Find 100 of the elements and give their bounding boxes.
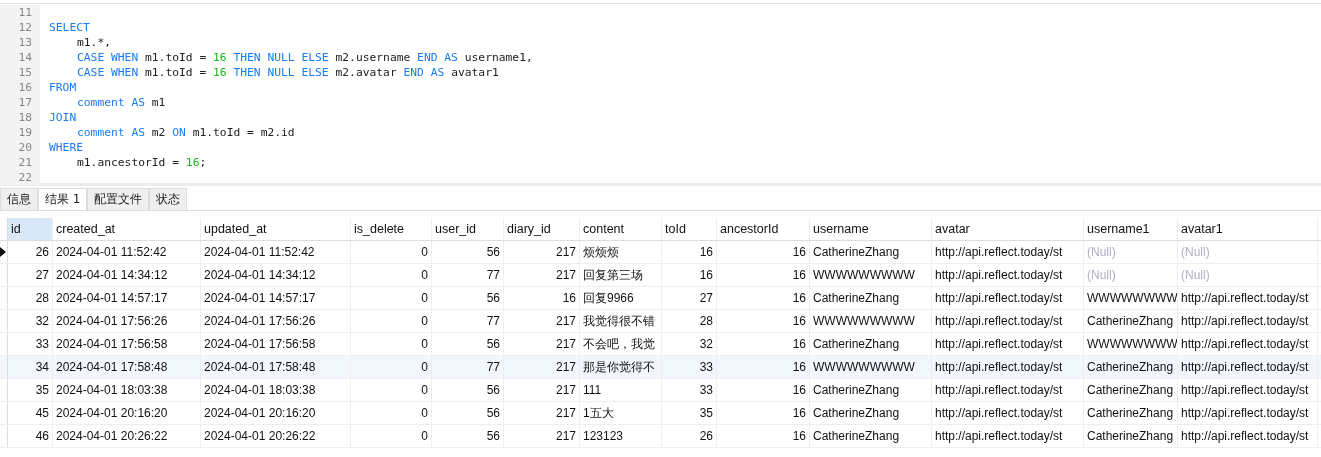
table-cell: 56 xyxy=(432,425,504,447)
column-header[interactable]: avatar1 xyxy=(1178,218,1318,240)
table-cell: 35 xyxy=(8,379,53,401)
table-cell: 217 xyxy=(504,425,580,447)
table-row[interactable]: 32 2024-04-01 17:56:26 2024-04-01 17:56:26 0 77 217 我觉得很不错 28 16 WWWWWWWWW http://api.reflect.today/st CatherineZhang http://api.reflect.today/st xyxy=(0,310,1321,333)
table-cell: 2024-04-01 20:16:20 xyxy=(201,402,351,424)
table-cell: 2024-04-01 20:26:22 xyxy=(201,425,351,447)
table-cell: 0 xyxy=(351,310,432,332)
table-cell: 16 xyxy=(717,310,810,332)
column-header[interactable]: user_id xyxy=(432,218,504,240)
table-cell: http://api.reflect.today/st xyxy=(932,425,1084,447)
table-cell: 77 xyxy=(432,264,504,286)
table-row[interactable]: 34 2024-04-01 17:58:48 2024-04-01 17:58:48 0 77 217 那是你觉得不 33 16 WWWWWWWWW http://api.reflect.today/st CatherineZhang http://api.reflect.today/st xyxy=(0,356,1321,379)
table-cell: WWWWWWWWW xyxy=(810,310,932,332)
column-header[interactable]: ancestorId xyxy=(717,218,810,240)
table-cell: http://api.reflect.today/st xyxy=(1178,356,1318,378)
table-cell: CatherineZhang xyxy=(1084,379,1178,401)
table-row[interactable]: 46 2024-04-01 20:26:22 2024-04-01 20:26:22 0 56 217 123123 26 16 CatherineZhang http://api.reflect.today/st CatherineZhang http://api.reflect.today/st xyxy=(0,425,1321,448)
line-number: 11 xyxy=(0,5,40,20)
result-tab[interactable]: 配置文件 xyxy=(87,188,150,210)
table-cell: 26 xyxy=(662,425,717,447)
table-cell: 0 xyxy=(351,425,432,447)
table-cell: 2024-04-01 14:57:17 xyxy=(201,287,351,309)
table-cell: http://api.reflect.today/st xyxy=(1178,333,1318,355)
line-number: 21 xyxy=(0,155,40,170)
table-cell: CatherineZhang xyxy=(810,287,932,309)
table-cell: CatherineZhang xyxy=(810,425,932,447)
table-cell: 16 xyxy=(662,264,717,286)
table-cell: 2024-04-01 17:56:26 xyxy=(201,310,351,332)
column-header[interactable]: diary_id xyxy=(504,218,580,240)
code-line: m1.ancestorId = 16; xyxy=(76,156,207,169)
table-cell: 0 xyxy=(351,402,432,424)
table-cell: 217 xyxy=(504,402,580,424)
table-cell: CatherineZhang xyxy=(1084,356,1178,378)
table-cell: 32 xyxy=(8,310,53,332)
table-cell: CatherineZhang xyxy=(810,333,932,355)
column-header[interactable]: id xyxy=(8,218,53,240)
table-cell: 0 xyxy=(351,333,432,355)
table-cell: 2024-04-01 11:52:42 xyxy=(201,241,351,263)
table-cell: http://api.reflect.today/st xyxy=(932,310,1084,332)
table-cell: 28 xyxy=(8,287,53,309)
table-row[interactable]: 28 2024-04-01 14:57:17 2024-04-01 14:57:17 0 56 16 回复9966 27 16 CatherineZhang http://api.reflect.today/st WWWWWWWW http://api.reflect.today/st xyxy=(0,287,1321,310)
table-cell: 2024-04-01 17:58:48 xyxy=(201,356,351,378)
result-tab[interactable]: 结果 1 xyxy=(38,188,88,210)
column-header[interactable]: username xyxy=(810,218,932,240)
table-cell: 2024-04-01 14:57:17 xyxy=(53,287,201,309)
table-cell: 0 xyxy=(351,379,432,401)
table-cell: http://api.reflect.today/st xyxy=(932,402,1084,424)
result-tab[interactable]: 信息 xyxy=(0,188,38,210)
line-number: 22 xyxy=(0,170,40,185)
line-number: 16 xyxy=(0,80,40,95)
column-header[interactable]: username1 xyxy=(1084,218,1178,240)
table-cell: CatherineZhang xyxy=(1084,425,1178,447)
column-header[interactable]: content xyxy=(580,218,662,240)
result-tab[interactable]: 状态 xyxy=(149,188,188,210)
table-cell: 33 xyxy=(662,379,717,401)
table-row[interactable]: 27 2024-04-01 14:34:12 2024-04-01 14:34:12 0 77 217 回复第三场 16 16 WWWWWWWWW http://api.reflect.today/st (Null) (Null) xyxy=(0,264,1321,287)
table-cell: 217 xyxy=(504,241,580,263)
table-cell: 56 xyxy=(432,379,504,401)
column-header[interactable]: is_delete xyxy=(351,218,432,240)
table-cell: 16 xyxy=(717,425,810,447)
table-row[interactable]: 45 2024-04-01 20:16:20 2024-04-01 20:16:20 0 56 217 1五大 35 16 CatherineZhang http://api.reflect.today/st CatherineZhang http://api.reflect.today/st xyxy=(0,402,1321,425)
column-header[interactable]: created_at xyxy=(53,218,201,240)
column-header[interactable]: updated_at xyxy=(201,218,351,240)
table-cell: 2024-04-01 20:26:22 xyxy=(53,425,201,447)
table-cell: 56 xyxy=(432,333,504,355)
table-cell: 32 xyxy=(662,333,717,355)
table-cell: 217 xyxy=(504,310,580,332)
column-header[interactable]: avatar xyxy=(932,218,1084,240)
table-row[interactable]: 26 2024-04-01 11:52:42 2024-04-01 11:52:42 0 56 217 烦烦烦 16 16 CatherineZhang http://api.reflect.today/st (Null) (Null) xyxy=(0,241,1321,264)
code-line: CASE WHEN m1.toId = 16 THEN NULL ELSE m2.username END AS username1, xyxy=(76,51,533,64)
table-cell: 1五大 xyxy=(580,402,662,424)
table-cell: 16 xyxy=(717,287,810,309)
table-cell: 2024-04-01 17:56:58 xyxy=(53,333,201,355)
table-cell: 0 xyxy=(351,356,432,378)
table-cell: http://api.reflect.today/st xyxy=(932,379,1084,401)
code-line: comment AS m1 xyxy=(76,96,166,109)
table-cell: 217 xyxy=(504,264,580,286)
table-cell: http://api.reflect.today/st xyxy=(932,241,1084,263)
table-cell: WWWWWWWWW xyxy=(810,356,932,378)
table-cell: 26 xyxy=(8,241,53,263)
table-cell: http://api.reflect.today/st xyxy=(932,333,1084,355)
table-cell: 16 xyxy=(717,241,810,263)
table-cell: 34 xyxy=(8,356,53,378)
line-number: 15 xyxy=(0,65,40,80)
table-cell: http://api.reflect.today/st xyxy=(1178,379,1318,401)
column-header[interactable]: toId xyxy=(662,218,717,240)
table-cell: 0 xyxy=(351,241,432,263)
code-line: m1.*, xyxy=(76,36,111,49)
table-cell: 27 xyxy=(8,264,53,286)
table-cell: 回复9966 xyxy=(580,287,662,309)
table-cell: http://api.reflect.today/st xyxy=(932,287,1084,309)
line-number: 13 xyxy=(0,35,40,50)
table-cell: 16 xyxy=(717,356,810,378)
table-cell: 123123 xyxy=(580,425,662,447)
table-cell: 0 xyxy=(351,264,432,286)
table-row[interactable]: 35 2024-04-01 18:03:38 2024-04-01 18:03:38 0 56 217 111 33 16 CatherineZhang http://api.reflect.today/st CatherineZhang http://api.reflect.today/st xyxy=(0,379,1321,402)
table-cell: 2024-04-01 20:16:20 xyxy=(53,402,201,424)
table-cell: 16 xyxy=(717,402,810,424)
line-number: 14 xyxy=(0,50,40,65)
